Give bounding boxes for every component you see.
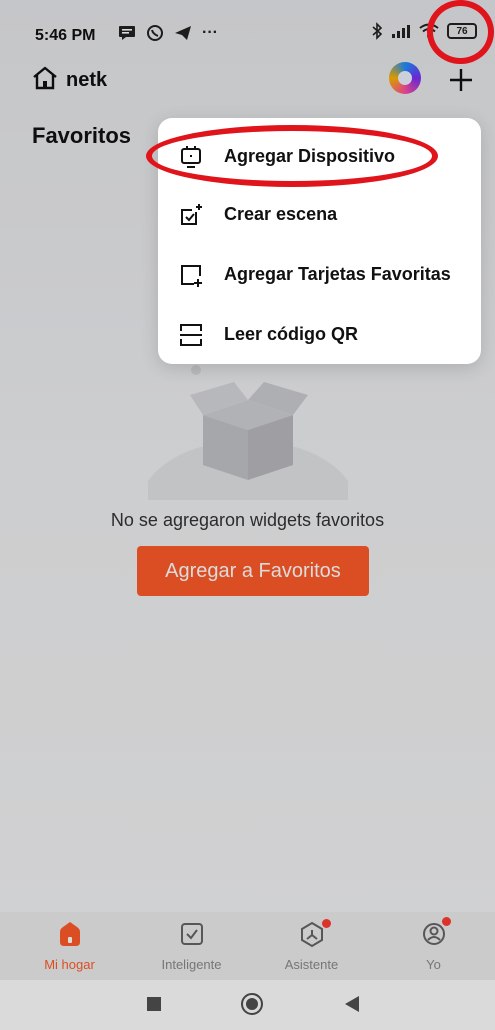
app-screen: 5:46 PM ··· 76 netk Favoritos No se agre…: [0, 0, 495, 1030]
menu-item-label: Agregar Tarjetas Favoritas: [224, 264, 451, 284]
highlight-ring-add-device: [146, 125, 438, 187]
back-icon[interactable]: [345, 996, 359, 1012]
home-button-icon[interactable]: [241, 993, 263, 1015]
add-card-icon: [181, 265, 202, 287]
scan-qr-icon: [180, 324, 202, 346]
highlight-ring-add: [427, 0, 494, 64]
recents-icon[interactable]: [147, 997, 161, 1011]
menu-item-add-cards[interactable]: Agregar Tarjetas Favoritas: [158, 246, 481, 304]
menu-item-label: Crear escena: [224, 204, 338, 224]
system-nav-bar: [0, 980, 495, 1030]
menu-item-label: Leer código QR: [224, 324, 359, 344]
create-scene-icon: [181, 204, 202, 225]
menu-item-scan-qr[interactable]: Leer código QR: [158, 306, 481, 364]
menu-item-create-scene[interactable]: Crear escena: [158, 186, 481, 244]
